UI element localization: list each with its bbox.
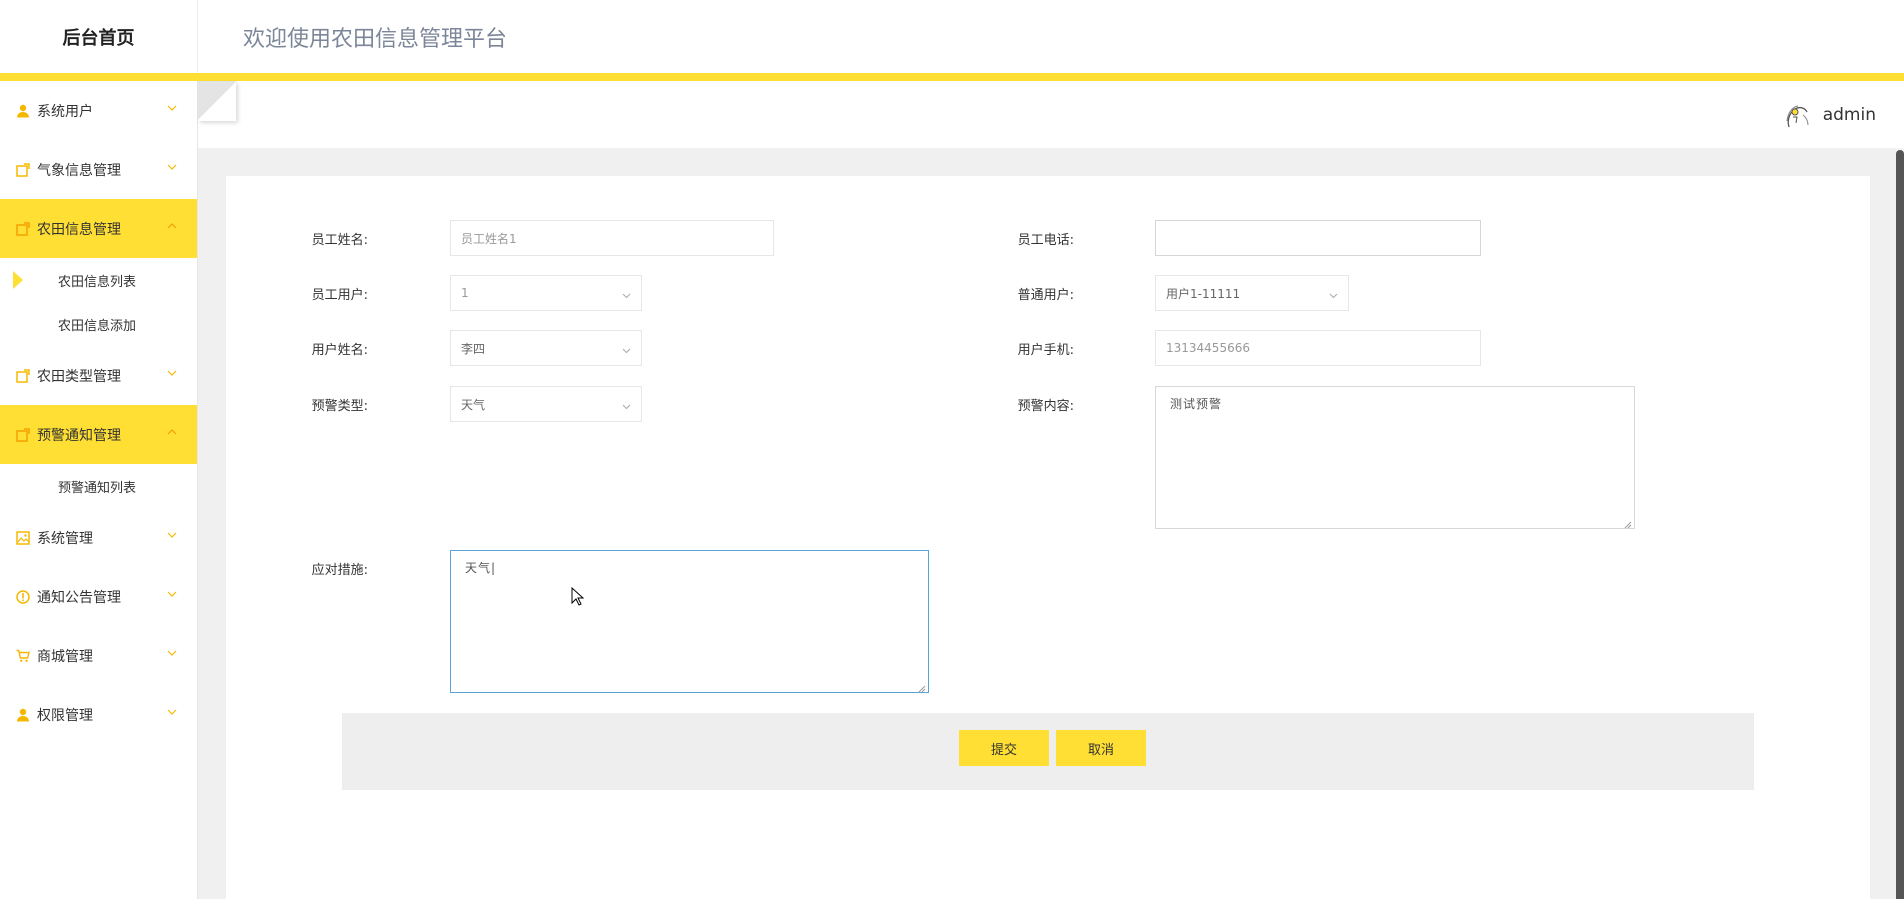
user-name-select[interactable]: 李四 [450, 330, 642, 366]
sidebar-item-label: 预警通知管理 [37, 427, 121, 444]
chevron-down-icon [167, 368, 177, 378]
sidebar-item-label: 农田类型管理 [37, 368, 121, 385]
user-menu[interactable]: admin [1779, 97, 1876, 133]
sidebar-subitem-label: 预警通知列表 [58, 480, 137, 496]
info-icon [15, 589, 31, 605]
warning-content-value: 测试预警 [1170, 397, 1223, 411]
edit-icon [15, 427, 31, 443]
chevron-down-icon [167, 162, 177, 172]
chevron-up-icon [167, 221, 177, 231]
normal-user-label: 普通用户: [1017, 287, 1074, 303]
chevron-up-icon [167, 427, 177, 437]
cancel-button[interactable]: 取消 [1056, 730, 1146, 766]
form-actions: 提交 取消 [342, 713, 1754, 790]
sidebar-item-label: 权限管理 [37, 707, 93, 724]
warning-type-label: 预警类型: [311, 398, 368, 414]
sidebar-item-weather[interactable]: 气象信息管理 [0, 140, 197, 199]
scrollbar-thumb[interactable] [1896, 150, 1904, 899]
sidebar-subitem-label: 农田信息添加 [58, 318, 137, 334]
chevron-down-icon [167, 103, 177, 113]
sidebar-subitem-farmland-add[interactable]: 农田信息添加 [0, 302, 197, 346]
resize-grip-icon[interactable] [1624, 518, 1632, 529]
user-phone-label: 用户手机: [1017, 342, 1074, 358]
sidebar-item-permissions[interactable]: 权限管理 [0, 685, 197, 744]
page-title: 欢迎使用农田信息管理平台 [243, 27, 508, 52]
measures-textarea[interactable]: 天气| [450, 550, 929, 693]
employee-user-label: 员工用户: [311, 287, 368, 303]
sidebar-subitem-warning-list[interactable]: 预警通知列表 [0, 464, 197, 508]
user-name-label: 用户姓名: [311, 342, 368, 358]
mouse-cursor-icon [571, 586, 585, 607]
measures-label: 应对措施: [311, 562, 368, 578]
avatar [1779, 97, 1815, 133]
top-header: 后台首页 欢迎使用农田信息管理平台 [0, 0, 1904, 81]
edit-icon [15, 221, 31, 237]
username: admin [1822, 105, 1876, 125]
chevron-down-icon [167, 707, 177, 717]
chevron-down-icon [167, 589, 177, 599]
cart-icon [15, 648, 31, 664]
form-card: 员工姓名: 员工姓名1 员工电话: 员工用户: 1 普通用户: 用户1-1111… [226, 176, 1870, 899]
sidebar-item-system-users[interactable]: 系统用户 [0, 81, 197, 140]
active-pointer-icon [13, 271, 23, 289]
employee-user-value: 1 [461, 286, 469, 300]
user-icon [15, 707, 31, 723]
sidebar-item-farmland-type[interactable]: 农田类型管理 [0, 346, 197, 405]
warning-type-value: 天气 [461, 397, 486, 412]
submit-button[interactable]: 提交 [959, 730, 1049, 766]
user-icon [15, 103, 31, 119]
employee-name-input[interactable]: 员工姓名1 [450, 220, 774, 256]
sidebar-item-system[interactable]: 系统管理 [0, 508, 197, 567]
warning-type-select[interactable]: 天气 [450, 386, 642, 422]
user-name-value: 李四 [461, 341, 486, 356]
sidebar-item-label: 系统用户 [37, 103, 93, 120]
home-link[interactable]: 后台首页 [0, 0, 198, 74]
employee-user-select[interactable]: 1 [450, 275, 642, 311]
employee-phone-input[interactable] [1155, 220, 1481, 256]
warning-content-textarea[interactable]: 测试预警 [1155, 386, 1635, 529]
chevron-down-icon [1329, 289, 1338, 299]
sidebar-item-label: 商城管理 [37, 648, 93, 665]
warning-content-label: 预警内容: [1017, 398, 1074, 414]
edit-icon [15, 162, 31, 178]
employee-name-label: 员工姓名: [311, 232, 368, 248]
user-phone-input[interactable]: 13134455666 [1155, 330, 1481, 366]
sidebar-item-label: 气象信息管理 [37, 162, 121, 179]
resize-grip-icon[interactable] [918, 682, 926, 693]
sidebar-item-label: 农田信息管理 [37, 221, 121, 238]
chevron-down-icon [622, 289, 631, 299]
employee-phone-label: 员工电话: [1017, 232, 1074, 248]
chevron-down-icon [167, 530, 177, 540]
normal-user-value: 用户1-11111 [1166, 286, 1241, 301]
header-divider [0, 73, 1904, 81]
sidebar: 系统用户 气象信息管理 农田信息管理 农田信息列表 农田信息添加 农田类型管理 … [0, 81, 198, 899]
chevron-down-icon [167, 648, 177, 658]
sidebar-item-label: 系统管理 [37, 530, 93, 547]
sidebar-toggle-button[interactable] [198, 81, 236, 121]
edit-icon [15, 368, 31, 384]
sidebar-item-announcements[interactable]: 通知公告管理 [0, 567, 197, 626]
chevron-down-icon [622, 344, 631, 354]
sidebar-item-mall[interactable]: 商城管理 [0, 626, 197, 685]
content-toolbar: admin [198, 81, 1904, 148]
picture-icon [15, 530, 31, 546]
sidebar-item-farmland[interactable]: 农田信息管理 [0, 199, 197, 258]
chevron-down-icon [622, 400, 631, 410]
normal-user-select[interactable]: 用户1-11111 [1155, 275, 1349, 311]
sidebar-item-warning[interactable]: 预警通知管理 [0, 405, 197, 464]
sidebar-item-label: 通知公告管理 [37, 589, 121, 606]
measures-value: 天气| [465, 561, 497, 575]
sidebar-subitem-label: 农田信息列表 [58, 274, 137, 290]
sidebar-subitem-farmland-list[interactable]: 农田信息列表 [0, 258, 197, 302]
